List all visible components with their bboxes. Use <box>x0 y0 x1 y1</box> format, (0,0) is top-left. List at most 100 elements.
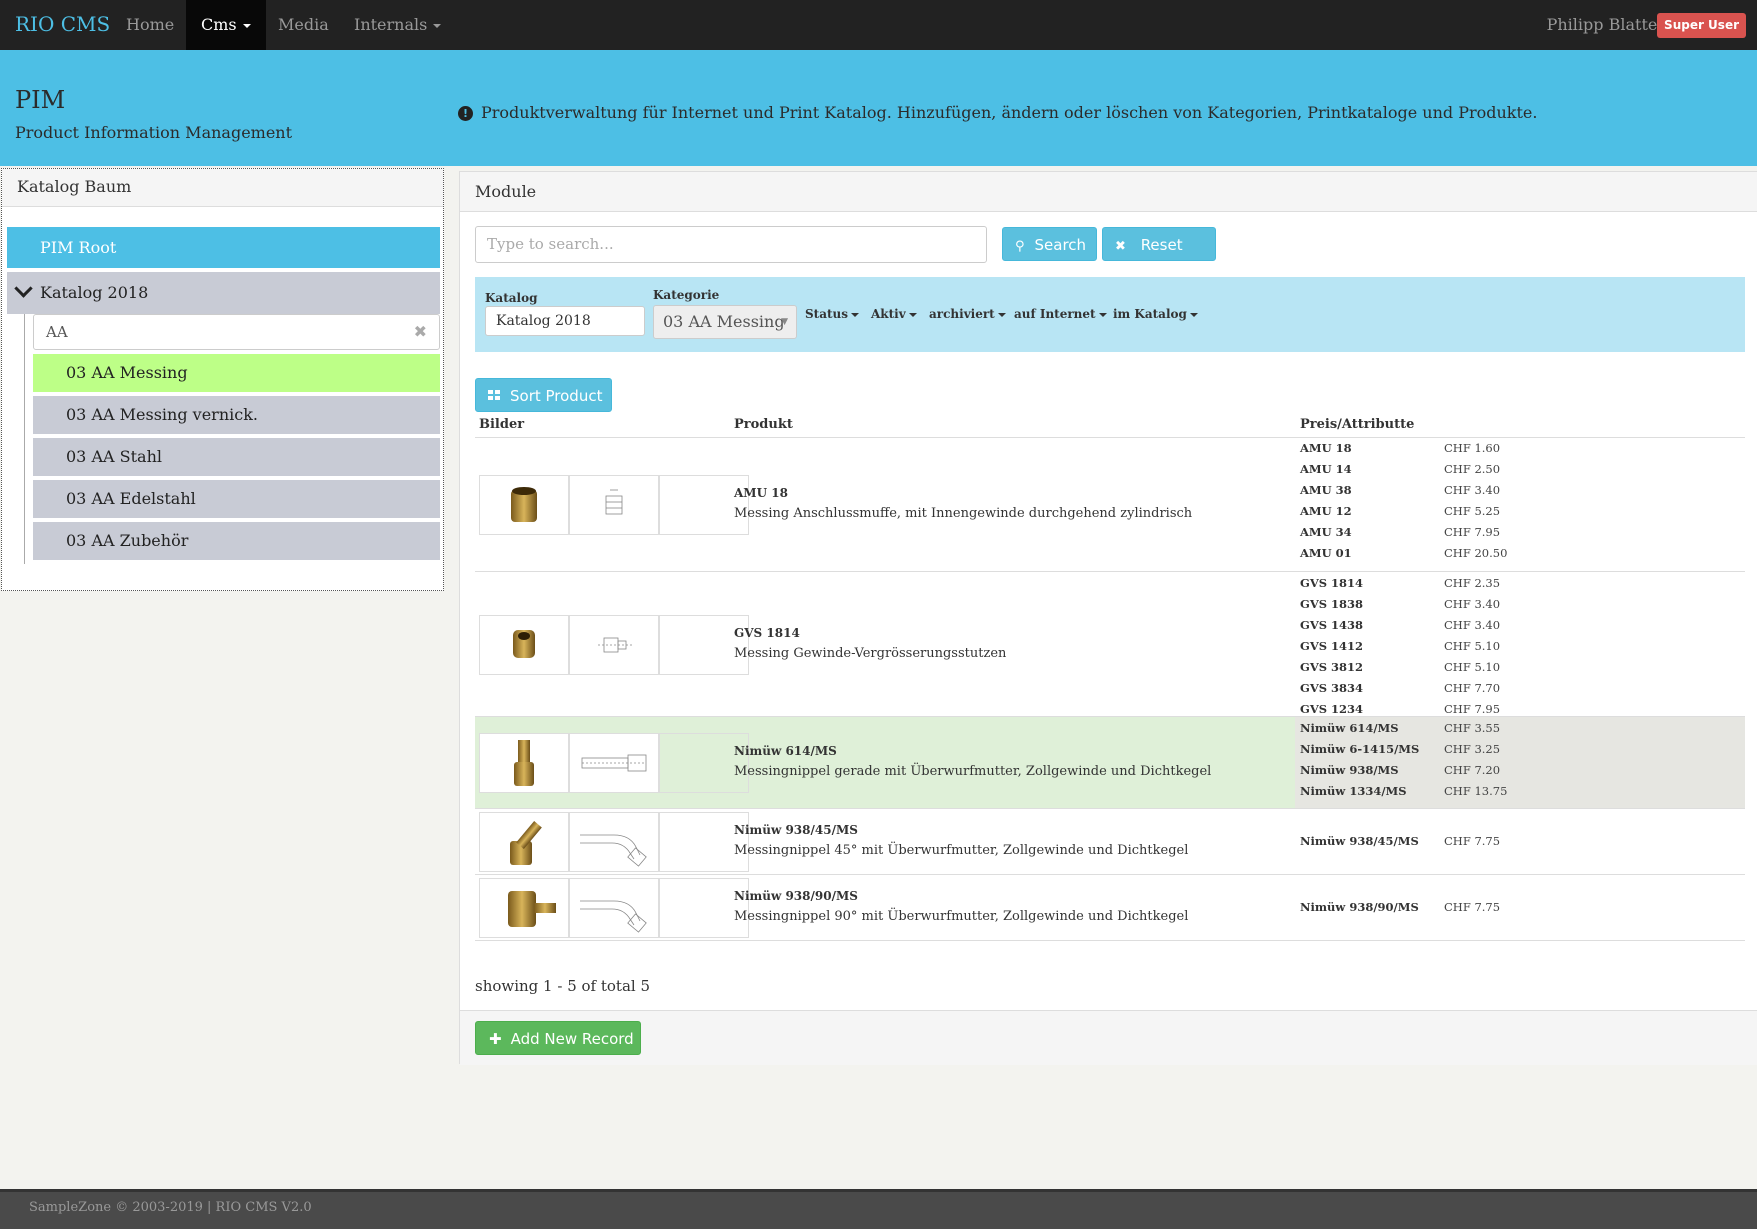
search-input[interactable]: Type to search... <box>475 226 987 263</box>
im-katalog-dropdown-label: im Katalog <box>1113 307 1187 321</box>
aktiv-dropdown-label: Aktiv <box>871 307 906 321</box>
article-price: CHF 7.75 <box>1444 834 1501 848</box>
module-panel: Module Type to search... ⚲ Search ✖ Reset… <box>459 171 1757 1065</box>
price-row: Nimüw 938/45/MS CHF 7.75 <box>1300 834 1500 848</box>
tree-item-stahl[interactable]: 03 AA Stahl <box>33 438 440 476</box>
auf-internet-dropdown[interactable]: auf Internet <box>1014 307 1107 321</box>
product-name[interactable]: Nimüw 938/45/MS <box>734 823 858 837</box>
tree-item-messing[interactable]: 03 AA Messing <box>33 354 440 392</box>
nav-media[interactable]: Media <box>263 0 344 50</box>
tree-filter-input[interactable]: AA ✖ <box>33 314 440 350</box>
nav-home[interactable]: Home <box>111 0 189 50</box>
page-title: PIM <box>15 86 66 114</box>
reset-button-label: Reset <box>1140 236 1183 254</box>
tree-item-zubehoer[interactable]: 03 AA Zubehör <box>33 522 440 560</box>
price-row: AMU 38 CHF 3.40 <box>1300 483 1500 497</box>
product-description: Messingnippel 90° mit Überwurfmutter, Zo… <box>734 909 1189 924</box>
product-name[interactable]: Nimüw 614/MS <box>734 744 837 758</box>
brand-logo[interactable]: RIO CMS <box>15 12 110 36</box>
nipple-45-drawing-image[interactable] <box>569 812 659 872</box>
clear-icon[interactable]: ✖ <box>414 315 427 349</box>
empty-image-slot[interactable] <box>659 733 749 793</box>
select-arrow-icon: ▼ <box>781 317 788 327</box>
chevron-down-icon[interactable] <box>14 279 33 298</box>
article-code: AMU 38 <box>1300 483 1352 497</box>
info-text: Produktverwaltung für Internet und Print… <box>481 103 1538 122</box>
search-button-label: Search <box>1034 236 1087 254</box>
product-name[interactable]: AMU 18 <box>734 486 788 500</box>
article-code: GVS 1234 <box>1300 702 1364 716</box>
table-row[interactable]: Nimüw 938/90/MS Messingnippel 90° mit Übe… <box>475 875 1745 941</box>
filter-bar: Katalog Katalog 2018 Kategorie 03 AA Mes… <box>475 277 1745 352</box>
tree-item-edelstahl[interactable]: 03 AA Edelstahl <box>33 480 440 518</box>
table-row[interactable]: AMU 18 Messing Anschlussmuffe, mit Inneng… <box>475 437 1745 572</box>
nipple-45-image[interactable] <box>479 812 569 872</box>
tree-catalog-node[interactable]: Katalog 2018 <box>7 272 440 314</box>
aktiv-dropdown[interactable]: Aktiv <box>871 307 917 321</box>
user-name[interactable]: Philipp Blatter <box>1547 0 1665 50</box>
table-row[interactable]: Nimüw 614/MS Messingnippel gerade mit Übe… <box>475 717 1745 809</box>
table-row[interactable]: Nimüw 938/45/MS Messingnippel 45° mit Übe… <box>475 809 1745 875</box>
price-row: GVS 1412 CHF 5.10 <box>1300 639 1500 653</box>
table-row[interactable]: GVS 1814 Messing Gewinde-Vergrösserungsst… <box>475 572 1745 717</box>
sort-product-button[interactable]: Sort Product <box>475 378 612 412</box>
grid-icon <box>488 390 501 401</box>
column-header-product: Produkt <box>734 417 793 432</box>
article-code: Nimüw 938/MS <box>1300 763 1399 777</box>
article-code: Nimüw 938/90/MS <box>1300 900 1419 914</box>
add-new-record-label: Add New Record <box>510 1030 634 1048</box>
article-price: CHF 7.95 <box>1444 702 1501 716</box>
archiviert-dropdown[interactable]: archiviert <box>929 307 1006 321</box>
product-name[interactable]: Nimüw 938/90/MS <box>734 889 858 903</box>
tree-item-messing-vernick[interactable]: 03 AA Messing vernick. <box>33 396 440 434</box>
price-row: Nimüw 938/MS CHF 7.20 <box>1300 763 1500 777</box>
empty-image-slot[interactable] <box>659 812 749 872</box>
brass-coupling-image[interactable] <box>479 475 569 535</box>
nav-cms[interactable]: Cms <box>186 0 266 50</box>
tree-filter-value: AA <box>46 323 68 341</box>
price-row: Nimüw 1334/MS CHF 13.75 <box>1300 784 1507 798</box>
article-code: AMU 34 <box>1300 525 1352 539</box>
im-katalog-dropdown[interactable]: im Katalog <box>1113 307 1198 321</box>
nipple-90-drawing-image[interactable] <box>569 878 659 938</box>
article-code: GVS 3834 <box>1300 681 1364 695</box>
close-icon: ✖ <box>1115 239 1126 254</box>
empty-image-slot[interactable] <box>659 878 749 938</box>
product-name[interactable]: GVS 1814 <box>734 626 800 640</box>
search-icon: ⚲ <box>1015 239 1025 254</box>
article-price: CHF 2.35 <box>1444 576 1501 590</box>
reducer-drawing-image[interactable] <box>569 615 659 675</box>
caret-down-icon <box>908 312 917 317</box>
brass-reducer-image[interactable] <box>479 615 569 675</box>
coupling-drawing-image[interactable] <box>569 475 659 535</box>
katalog-field[interactable]: Katalog 2018 <box>485 306 645 336</box>
price-list: AMU 18 CHF 1.60 AMU 14 CHF 2.50 AMU 38 CHF 3.… <box>1295 437 1745 571</box>
nav-internals[interactable]: Internals <box>339 0 456 50</box>
empty-image-slot[interactable] <box>659 615 749 675</box>
tree-catalog-label: Katalog 2018 <box>40 283 149 302</box>
article-price: CHF 3.40 <box>1444 483 1501 497</box>
article-price: CHF 1.60 <box>1444 441 1501 455</box>
kategorie-select[interactable]: 03 AA Messing ▼ <box>653 305 797 339</box>
empty-image-slot[interactable] <box>659 475 749 535</box>
price-row: GVS 1838 CHF 3.40 <box>1300 597 1500 611</box>
reset-button[interactable]: ✖ Reset <box>1102 227 1216 261</box>
price-row: AMU 01 CHF 20.50 <box>1300 546 1507 560</box>
caret-down-icon <box>433 23 442 28</box>
tree-panel-title: Katalog Baum <box>2 169 443 207</box>
article-code: AMU 12 <box>1300 504 1352 518</box>
tree-root-node[interactable]: PIM Root <box>7 227 440 268</box>
article-code: GVS 1838 <box>1300 597 1364 611</box>
add-new-record-button[interactable]: ✚ Add New Record <box>475 1021 641 1055</box>
search-button[interactable]: ⚲ Search <box>1002 227 1097 261</box>
status-dropdown-label: Status <box>805 307 849 321</box>
straight-nipple-image[interactable] <box>479 733 569 793</box>
user-role-badge[interactable]: Super User <box>1657 13 1746 38</box>
article-price: CHF 5.25 <box>1444 504 1501 518</box>
module-panel-footer: ✚ Add New Record <box>460 1010 1757 1065</box>
straight-nipple-drawing-image[interactable] <box>569 733 659 793</box>
nipple-90-image[interactable] <box>479 878 569 938</box>
product-description: Messingnippel 45° mit Überwurfmutter, Zo… <box>734 843 1189 858</box>
caret-down-icon <box>1098 312 1107 317</box>
status-dropdown[interactable]: Status <box>805 307 860 321</box>
